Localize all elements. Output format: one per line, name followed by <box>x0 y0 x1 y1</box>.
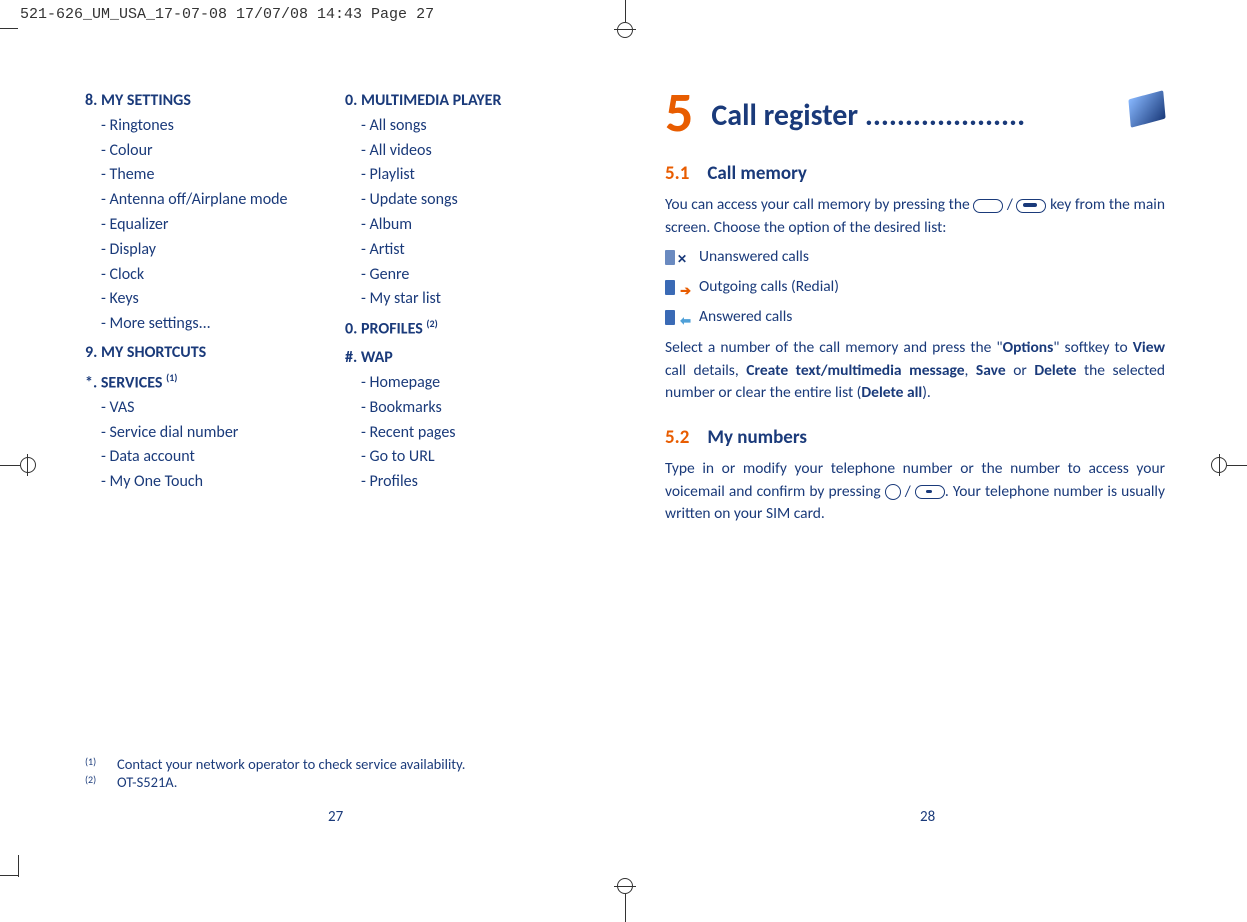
heading-my-settings: 8. MY SETTINGS <box>85 89 325 114</box>
call-register-icon <box>1128 90 1165 128</box>
chapter-number: 5 <box>665 85 693 141</box>
text: ). <box>922 383 931 402</box>
text: " softkey to <box>1053 338 1132 357</box>
list-item: Colour <box>85 139 325 164</box>
footnotes: (1) Contact your network operator to che… <box>85 755 465 791</box>
key-icon <box>973 199 1003 213</box>
list-item: Clock <box>85 263 325 288</box>
unanswered-calls-icon: ✕ <box>665 249 685 265</box>
bold-text: Save <box>976 361 1006 380</box>
bold-text: View <box>1133 338 1165 357</box>
heading-profiles: 0. PROFILES (2) <box>345 316 585 342</box>
crop-mark-left <box>0 450 50 480</box>
paragraph: Type in or modify your telephone number … <box>665 458 1165 525</box>
key-icon <box>1016 199 1046 213</box>
left-column-2: 0. MULTIMEDIA PLAYER All songs All video… <box>345 85 585 526</box>
footnote-2: (2) OT-S521A. <box>85 773 465 791</box>
list-item: Bookmarks <box>345 396 585 421</box>
section-title: My numbers <box>707 423 807 452</box>
call-type-row: ⬅ Answered calls <box>665 305 1165 329</box>
text: You can access your call memory by press… <box>665 195 973 214</box>
list-item: Genre <box>345 263 585 288</box>
page-27: 8. MY SETTINGS Ringtones Colour Theme An… <box>85 85 585 526</box>
list-item: Recent pages <box>345 421 585 446</box>
label: Outgoing calls (Redial) <box>699 275 839 299</box>
list-item: Update songs <box>345 188 585 213</box>
list-item: Profiles <box>345 470 585 495</box>
crop-tick <box>18 855 19 877</box>
call-type-row: ➔ Outgoing calls (Redial) <box>665 275 1165 299</box>
bold-text: Create text/multimedia message <box>746 361 964 380</box>
section-5-1: 5.1 Call memory You can access your call… <box>665 159 1165 405</box>
label: Unanswered calls <box>699 245 809 269</box>
list-item: Antenna off/Airplane mode <box>85 188 325 213</box>
text: , <box>965 361 976 380</box>
list-item: Homepage <box>345 371 585 396</box>
outgoing-calls-icon: ➔ <box>665 279 685 295</box>
list-item: My star list <box>345 287 585 312</box>
crop-mark-bottom <box>590 867 660 922</box>
text: Select a number of the call memory and p… <box>665 338 1003 357</box>
heading-text: 0. PROFILES <box>345 320 423 339</box>
text: or <box>1006 361 1035 380</box>
crop-mark-top <box>590 0 660 35</box>
list-item: Service dial number <box>85 421 325 446</box>
crop-tick <box>0 875 18 876</box>
footnote-1: (1) Contact your network operator to che… <box>85 755 465 773</box>
footnote-text: Contact your network operator to check s… <box>117 755 465 773</box>
bold-text: Delete all <box>861 383 922 402</box>
section-number: 5.1 <box>665 159 689 188</box>
paragraph: Select a number of the call memory and p… <box>665 337 1165 404</box>
crop-mark-right <box>1197 450 1247 480</box>
label: Answered calls <box>699 305 792 329</box>
list-item: More settings... <box>85 312 325 337</box>
crop-tick <box>0 28 18 29</box>
text: call details, <box>665 361 746 380</box>
bold-text: Options <box>1003 338 1054 357</box>
key-icon <box>915 485 945 499</box>
heading-wap: #. WAP <box>345 346 585 371</box>
left-column-1: 8. MY SETTINGS Ringtones Colour Theme An… <box>85 85 325 526</box>
footnote-ref: (1) <box>166 371 177 384</box>
list-item: My One Touch <box>85 470 325 495</box>
list-item: Display <box>85 238 325 263</box>
footnote-marker: (2) <box>85 773 103 786</box>
footnote-text: OT-S521A. <box>117 773 177 791</box>
page-number-right: 28 <box>920 808 935 826</box>
list-item: Equalizer <box>85 213 325 238</box>
list-item: Data account <box>85 445 325 470</box>
heading-multimedia-player: 0. MULTIMEDIA PLAYER <box>345 89 585 114</box>
heading-text: *. SERVICES <box>85 373 162 392</box>
answered-calls-icon: ⬅ <box>665 309 685 325</box>
heading-my-shortcuts: 9. MY SHORTCUTS <box>85 341 325 366</box>
print-header: 521-626_UM_USA_17-07-08 17/07/08 14:43 P… <box>20 6 434 23</box>
list-item: Keys <box>85 287 325 312</box>
section-5-2: 5.2 My numbers Type in or modify your te… <box>665 423 1165 526</box>
list-item: Theme <box>85 163 325 188</box>
page-28: 5 Call register .................... 5.1… <box>665 85 1165 526</box>
footnote-ref: (2) <box>426 317 437 330</box>
list-item: Artist <box>345 238 585 263</box>
bold-text: Delete <box>1034 361 1076 380</box>
list-item: All songs <box>345 114 585 139</box>
key-icon <box>885 484 901 500</box>
chapter-header: 5 Call register .................... <box>665 85 1165 141</box>
list-item: Ringtones <box>85 114 325 139</box>
page-number-left: 27 <box>328 808 343 826</box>
footnote-marker: (1) <box>85 755 103 768</box>
list-item: Playlist <box>345 163 585 188</box>
list-item: VAS <box>85 396 325 421</box>
list-item: All videos <box>345 139 585 164</box>
paragraph: You can access your call memory by press… <box>665 194 1165 239</box>
list-item: Go to URL <box>345 445 585 470</box>
section-number: 5.2 <box>665 423 689 452</box>
list-item: Album <box>345 213 585 238</box>
heading-services: *. SERVICES (1) <box>85 370 325 396</box>
section-title: Call memory <box>707 159 807 188</box>
chapter-title-text: Call register .................... <box>711 85 1111 137</box>
call-type-row: ✕ Unanswered calls <box>665 245 1165 269</box>
